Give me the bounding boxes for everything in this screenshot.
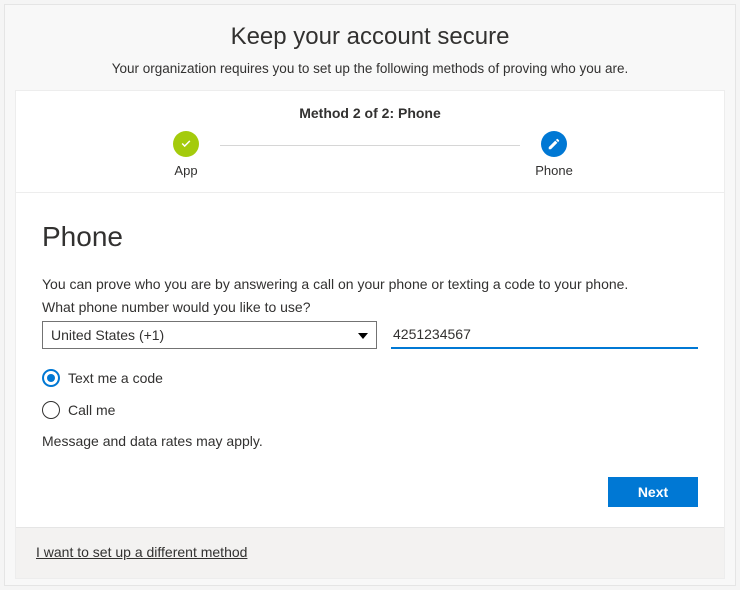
dialog-header: Keep your account secure Your organizati…	[5, 5, 735, 90]
verify-method-radiogroup: Text me a code Call me	[42, 369, 698, 419]
actions-row: Next	[42, 477, 698, 507]
page-subtitle: Your organization requires you to set up…	[25, 61, 715, 76]
step-label-phone: Phone	[535, 163, 573, 178]
stepper: App Phone	[36, 131, 704, 178]
step-phone: Phone	[524, 131, 584, 178]
next-button[interactable]: Next	[608, 477, 698, 507]
page-title: Keep your account secure	[25, 23, 715, 51]
checkmark-icon	[173, 131, 199, 157]
section-heading: Phone	[42, 221, 698, 253]
step-connector	[220, 145, 520, 146]
footer-bar: I want to set up a different method	[16, 527, 724, 578]
radio-text-me[interactable]: Text me a code	[42, 369, 698, 387]
dialog-container: Keep your account secure Your organizati…	[4, 4, 736, 586]
country-code-select[interactable]: United States (+1)	[42, 321, 377, 349]
stepper-title: Method 2 of 2: Phone	[36, 105, 704, 121]
prompt-text: What phone number would you like to use?	[42, 299, 698, 315]
rates-notice: Message and data rates may apply.	[42, 433, 698, 449]
radio-icon	[42, 369, 60, 387]
country-code-value: United States (+1)	[51, 327, 164, 343]
step-label-app: App	[174, 163, 197, 178]
phone-form: Phone You can prove who you are by answe…	[16, 193, 724, 527]
setup-card: Method 2 of 2: Phone App Phone Pho	[15, 90, 725, 579]
step-app: App	[156, 131, 216, 178]
radio-label-text: Text me a code	[68, 370, 163, 386]
phone-number-input[interactable]	[391, 321, 698, 349]
radio-label-call: Call me	[68, 402, 115, 418]
helper-text: You can prove who you are by answering a…	[42, 275, 698, 295]
stepper-section: Method 2 of 2: Phone App Phone	[16, 91, 724, 193]
radio-call-me[interactable]: Call me	[42, 401, 698, 419]
pencil-icon	[541, 131, 567, 157]
different-method-link[interactable]: I want to set up a different method	[36, 544, 247, 560]
radio-icon	[42, 401, 60, 419]
phone-inputs-row: United States (+1)	[42, 321, 698, 349]
